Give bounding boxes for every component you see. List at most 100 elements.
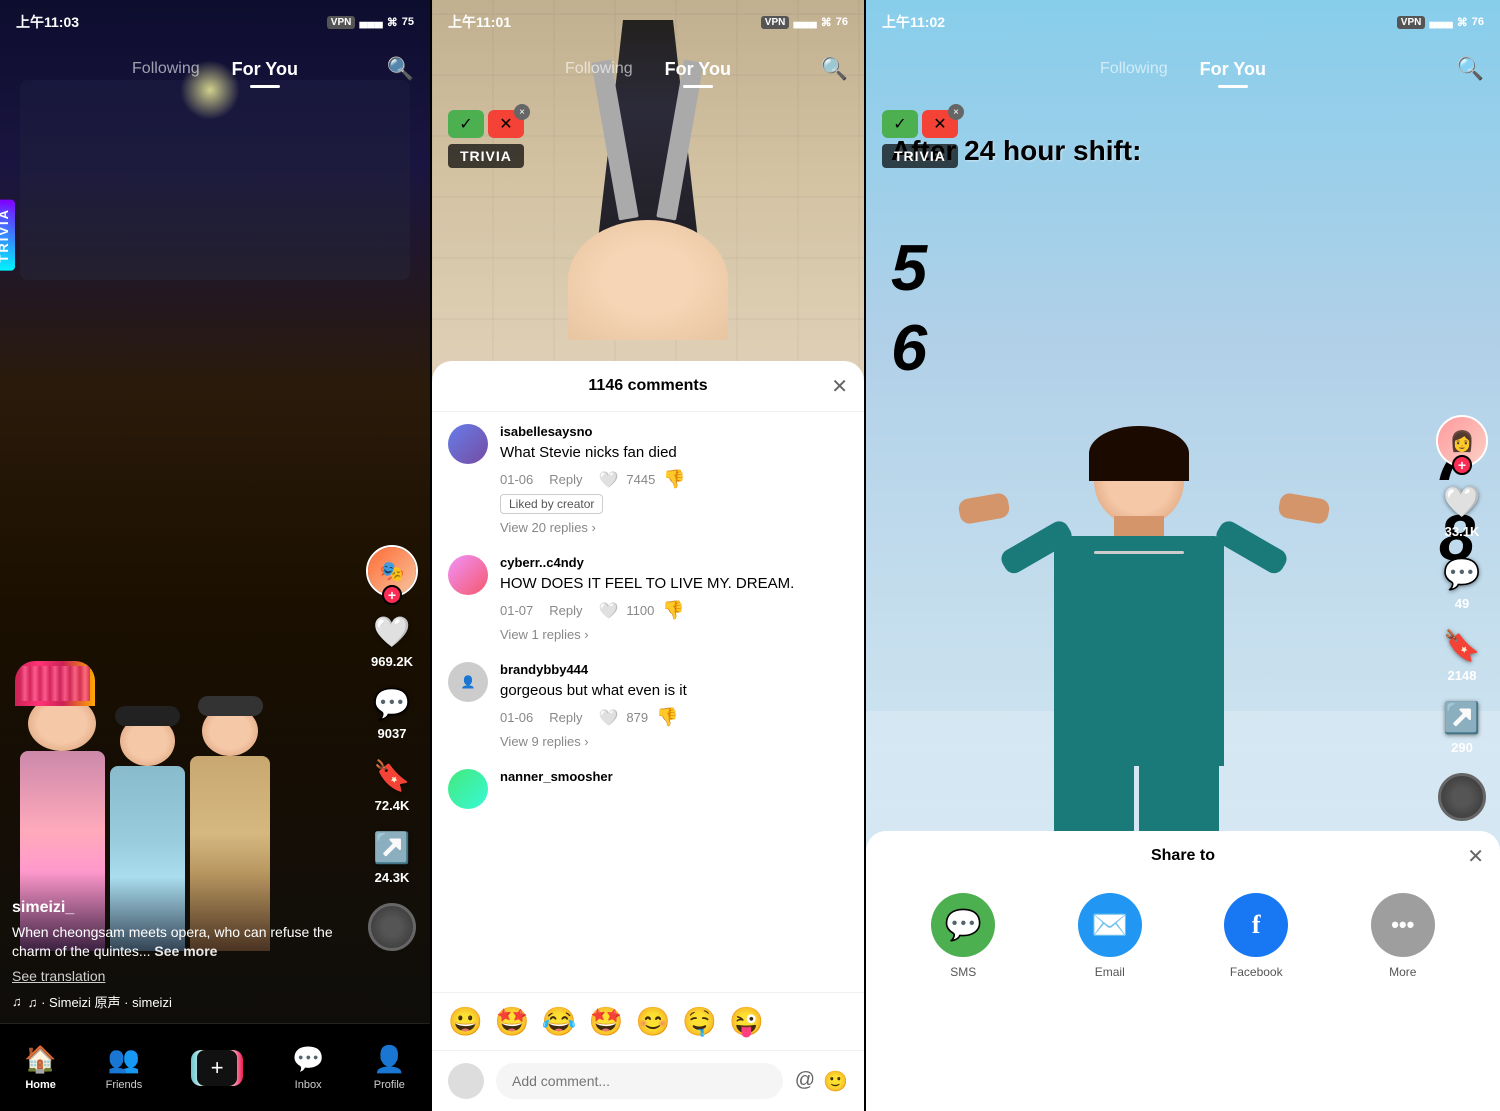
share-control-1[interactable]: ↗️ 24.3K — [373, 831, 410, 885]
share-email[interactable]: ✉️ Email — [1078, 893, 1142, 979]
nav-following-2[interactable]: Following — [549, 52, 649, 86]
email-icon: ✉️ — [1078, 893, 1142, 957]
emoji-star-eyes[interactable]: 🤩 — [495, 1005, 530, 1038]
view-replies-3[interactable]: View 9 replies › — [500, 734, 848, 749]
trivia-close-3[interactable]: × — [948, 104, 964, 120]
tab-home[interactable]: 🏠 Home — [24, 1044, 56, 1091]
like-count-c2: 1100 — [626, 603, 654, 618]
bookmark-icon-1: 🔖 — [373, 759, 410, 794]
comment-text-1: What Stevie nicks fan died — [500, 442, 848, 463]
tab-friends-label: Friends — [106, 1079, 143, 1091]
bookmark-count-3: 2148 — [1448, 668, 1477, 683]
view-replies-1[interactable]: View 20 replies › — [500, 520, 848, 535]
share-title: Share to — [1151, 847, 1215, 865]
nav-bar-2: Following For You 🔍 — [432, 44, 864, 94]
share-icon-1: ↗️ — [373, 831, 410, 866]
trivia-check-icon-2: ✓ — [448, 110, 484, 138]
signal-icon-1: ▄▄▄ — [359, 16, 382, 28]
share-close-button[interactable]: ✕ — [1467, 844, 1484, 869]
like-control-1[interactable]: 🤍 969.2K — [371, 615, 413, 669]
music-icon-1: ♫ — [12, 994, 22, 1009]
emoji-picker-icon[interactable]: 🙂 — [823, 1069, 848, 1094]
share-count-3: 290 — [1451, 740, 1473, 755]
comment-control-3[interactable]: 💬 49 — [1443, 557, 1480, 611]
comment-input[interactable] — [496, 1063, 783, 1099]
share-icon-3: ↗️ — [1443, 701, 1480, 736]
like-control-3[interactable]: 🤍 33.1K — [1443, 485, 1480, 539]
view-replies-2[interactable]: View 1 replies › — [500, 627, 848, 642]
avatar-2[interactable] — [448, 555, 488, 595]
search-icon-2[interactable]: 🔍 — [821, 56, 848, 82]
share-facebook[interactable]: f Facebook — [1224, 893, 1288, 979]
avatar-4[interactable] — [448, 769, 488, 809]
follow-button-1[interactable]: + — [382, 585, 402, 605]
tab-add[interactable]: + — [191, 1050, 243, 1086]
share-control-3[interactable]: ↗️ 290 — [1443, 701, 1480, 755]
like-icon-2[interactable]: 🤍 — [599, 601, 619, 621]
nav-foryou-2[interactable]: For You — [649, 51, 747, 88]
emoji-wink[interactable]: 😜 — [729, 1005, 764, 1038]
reply-button-3[interactable]: Reply — [549, 710, 582, 725]
music-disc-3 — [1438, 773, 1486, 821]
search-icon-3[interactable]: 🔍 — [1457, 56, 1484, 82]
panel-3: 5 6 7 8 After 24 hour shift: 上午11:02 VPN… — [866, 0, 1500, 1111]
nav-foryou-3[interactable]: For You — [1184, 51, 1282, 88]
emoji-wow[interactable]: 🤩 — [589, 1005, 624, 1038]
panel-1: TRIVIA 上午11:03 VPN ▄▄▄ ⌘ 75 Following Fo… — [0, 0, 430, 1111]
like-icon-3[interactable]: 🤍 — [599, 708, 619, 728]
description-1: When cheongsam meets opera, who can refu… — [12, 923, 360, 962]
comment-item-3: 👤 brandybby444 gorgeous but what even is… — [448, 662, 848, 749]
see-translation-1[interactable]: See translation — [12, 968, 360, 984]
emoji-smile[interactable]: 😊 — [636, 1005, 671, 1038]
divider-2 — [864, 0, 866, 1111]
tab-home-label: Home — [25, 1079, 56, 1091]
emoji-grin[interactable]: 😀 — [448, 1005, 483, 1038]
comment-count-3: 49 — [1455, 596, 1469, 611]
dislike-icon-3[interactable]: 👎 — [656, 707, 678, 728]
dislike-icon-2[interactable]: 👎 — [662, 600, 684, 621]
reply-button-1[interactable]: Reply — [549, 472, 582, 487]
share-sms[interactable]: 💬 SMS — [931, 893, 995, 979]
comment-body-2: cyberr..c4ndy HOW DOES IT FEEL TO LIVE M… — [500, 555, 848, 642]
see-more-1[interactable]: See more — [154, 943, 217, 959]
reply-button-2[interactable]: Reply — [549, 603, 582, 618]
emoji-laugh[interactable]: 😂 — [542, 1005, 577, 1038]
follow-button-3[interactable]: + — [1452, 455, 1472, 475]
search-icon-1[interactable]: 🔍 — [387, 56, 414, 82]
trivia-close-2[interactable]: × — [514, 104, 530, 120]
input-action-icons: @ 🙂 — [795, 1069, 848, 1094]
friends-icon: 👥 — [108, 1044, 140, 1075]
comment-date-1: 01-06 — [500, 472, 533, 487]
trivia-badge-2[interactable]: ✓ ✕ × TRIVIA — [448, 110, 524, 168]
nav-bar-1: Following For You 🔍 — [0, 44, 430, 94]
emoji-drool[interactable]: 🤤 — [682, 1005, 717, 1038]
nav-following-3[interactable]: Following — [1084, 52, 1184, 86]
liked-by-creator-badge: Liked by creator — [500, 494, 603, 514]
plus-icon: + — [197, 1050, 237, 1086]
like-icon-1[interactable]: 🤍 — [599, 470, 619, 490]
comment-control-1[interactable]: 💬 9037 — [373, 687, 410, 741]
share-more[interactable]: ••• More — [1371, 893, 1435, 979]
at-icon[interactable]: @ — [795, 1069, 815, 1094]
comment-user-1: isabellesaysno — [500, 424, 848, 439]
comments-close-button[interactable]: ✕ — [831, 374, 848, 399]
battery-1: 75 — [402, 16, 414, 28]
tab-profile[interactable]: 👤 Profile — [373, 1044, 405, 1091]
username-1: simeizi_ — [12, 899, 360, 917]
tab-inbox[interactable]: 💬 Inbox — [292, 1044, 324, 1091]
add-button[interactable]: + — [191, 1050, 243, 1086]
avatar-3[interactable]: 👤 — [448, 662, 488, 702]
video-text-overlay: After 24 hour shift: — [891, 135, 1410, 167]
creator-avatar-1[interactable]: 🎭 + — [366, 545, 418, 597]
creator-avatar-3[interactable]: 👩 + — [1436, 415, 1488, 467]
trivia-badge-3[interactable]: ✓ ✕ × TRIVIA — [882, 110, 958, 168]
tab-friends[interactable]: 👥 Friends — [106, 1044, 143, 1091]
dislike-icon-1[interactable]: 👎 — [663, 469, 685, 490]
bookmark-control-3[interactable]: 🔖 2148 — [1443, 629, 1480, 683]
comment-count-1: 9037 — [378, 726, 407, 741]
nav-foryou-1[interactable]: For You — [216, 51, 314, 88]
wifi-icon-2: ⌘ — [821, 16, 832, 29]
avatar-1[interactable] — [448, 424, 488, 464]
bookmark-control-1[interactable]: 🔖 72.4K — [373, 759, 410, 813]
nav-following-1[interactable]: Following — [116, 52, 216, 86]
